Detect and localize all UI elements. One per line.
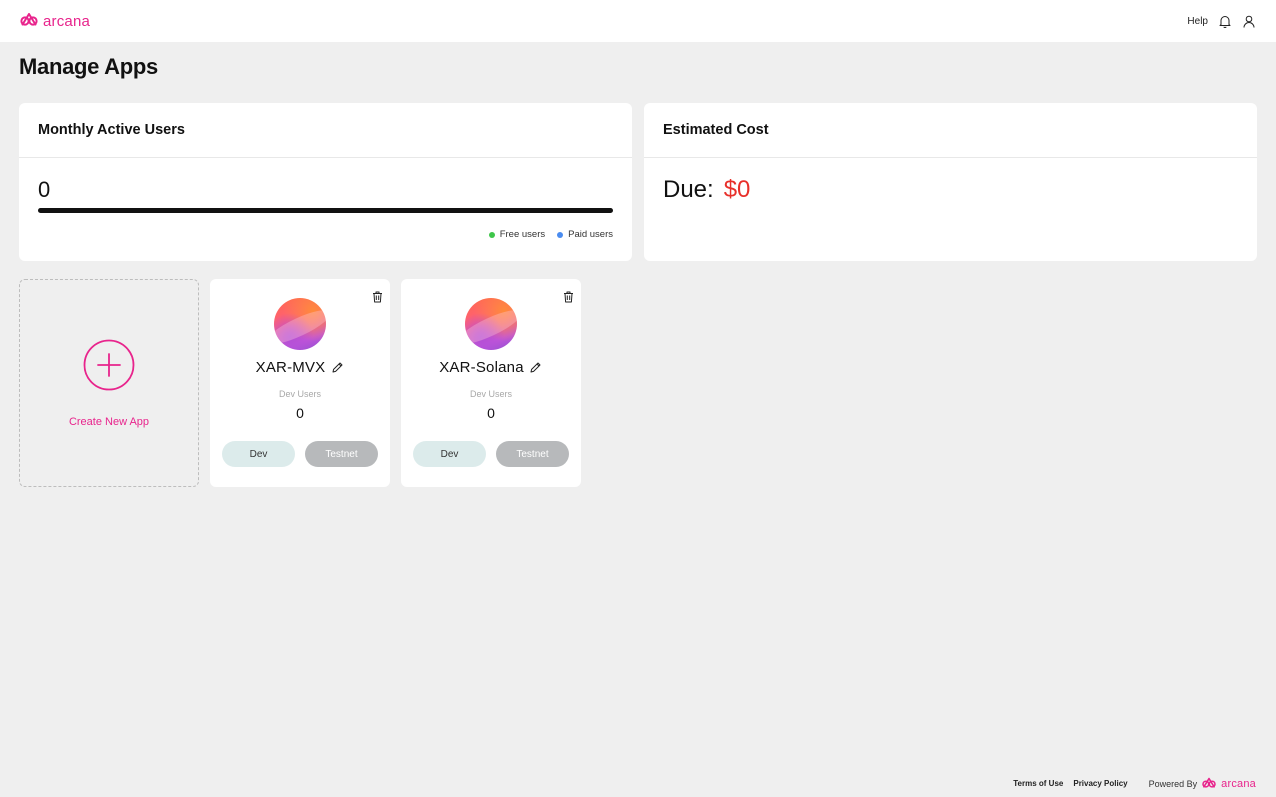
legend-free-users-label: Free users bbox=[499, 229, 546, 240]
testnet-button[interactable]: Testnet bbox=[305, 441, 378, 467]
pencil-icon[interactable] bbox=[330, 361, 344, 375]
due-value: $0 bbox=[723, 176, 751, 203]
powered-by-label: Powered By bbox=[1148, 778, 1198, 789]
dev-users-count: 0 bbox=[296, 405, 304, 421]
app-env-buttons: Dev Testnet bbox=[413, 441, 569, 467]
app-env-buttons: Dev Testnet bbox=[222, 441, 378, 467]
header-actions: Help bbox=[1187, 14, 1256, 28]
footer-brand-wordmark: arcana bbox=[1221, 777, 1256, 790]
dev-users-count: 0 bbox=[487, 405, 495, 421]
estimated-cost-card: Estimated Cost Due: $0 bbox=[644, 103, 1257, 261]
cost-card-title: Estimated Cost bbox=[644, 103, 1257, 158]
arcana-logo-icon bbox=[19, 12, 39, 31]
paid-users-dot bbox=[557, 231, 564, 238]
powered-by: Powered By arcana bbox=[1149, 777, 1256, 790]
terms-of-use-link[interactable]: Terms of Use bbox=[1013, 779, 1063, 788]
legend-paid-users-label: Paid users bbox=[568, 229, 613, 240]
trash-icon[interactable] bbox=[561, 290, 575, 304]
create-new-app-label: Create New App bbox=[68, 415, 150, 428]
logo-wordmark: arcana bbox=[43, 12, 91, 30]
monthly-active-users-card: Monthly Active Users 0 Free users Paid u… bbox=[19, 103, 632, 261]
user-icon[interactable] bbox=[1242, 14, 1256, 28]
dev-users-label: Dev Users bbox=[469, 389, 512, 399]
dev-users-label: Dev Users bbox=[278, 389, 321, 399]
footer: Terms of Use Privacy Policy Powered By a… bbox=[0, 770, 1276, 797]
legend-paid-users: Paid users bbox=[557, 229, 613, 240]
footer-links: Terms of Use Privacy Policy bbox=[1013, 779, 1127, 788]
dev-button[interactable]: Dev bbox=[413, 441, 486, 467]
page-title: Manage Apps bbox=[19, 54, 158, 79]
create-new-app-button[interactable]: Create New App bbox=[19, 279, 199, 487]
plus-circle-icon bbox=[83, 339, 135, 396]
top-bar: arcana Help bbox=[0, 0, 1276, 42]
app-name-row: XAR-MVX bbox=[210, 359, 390, 376]
app-card-xar-solana: XAR-Solana Dev Users 0 Dev Testnet bbox=[401, 279, 581, 487]
app-card-xar-mvx: XAR-MVX Dev Users 0 Dev Testnet bbox=[210, 279, 390, 487]
app-name: XAR-Solana bbox=[439, 359, 524, 376]
dev-button[interactable]: Dev bbox=[222, 441, 295, 467]
arcana-logo[interactable]: arcana bbox=[19, 12, 90, 31]
app-avatar bbox=[274, 298, 326, 350]
due-amount: Due: $0 bbox=[663, 176, 750, 204]
mau-count: 0 bbox=[38, 177, 51, 202]
mau-card-title: Monthly Active Users bbox=[19, 103, 632, 158]
bell-icon[interactable] bbox=[1218, 14, 1232, 28]
testnet-button[interactable]: Testnet bbox=[496, 441, 569, 467]
app-name-row: XAR-Solana bbox=[401, 359, 581, 376]
mau-legend: Free users Paid users bbox=[488, 229, 613, 240]
mau-progress-bar bbox=[38, 208, 613, 213]
due-label: Due: bbox=[663, 176, 714, 203]
privacy-policy-link[interactable]: Privacy Policy bbox=[1073, 779, 1127, 788]
legend-free-users: Free users bbox=[488, 229, 546, 240]
trash-icon[interactable] bbox=[370, 290, 384, 304]
app-avatar bbox=[465, 298, 517, 350]
arcana-footer-logo-icon bbox=[1201, 777, 1217, 790]
help-link[interactable]: Help bbox=[1187, 16, 1208, 27]
app-name: XAR-MVX bbox=[255, 359, 326, 376]
pencil-icon[interactable] bbox=[529, 361, 543, 375]
free-users-dot bbox=[488, 231, 495, 238]
